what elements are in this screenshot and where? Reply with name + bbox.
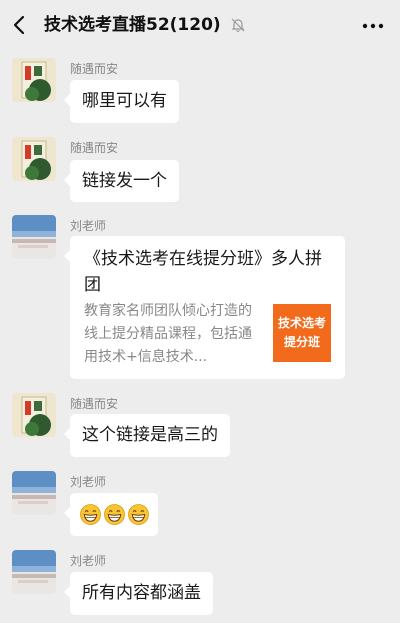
grinning-face-icon [80,503,101,525]
ellipsis-icon[interactable] [362,23,384,29]
message-bubble[interactable]: 这个链接是高三的 [64,414,230,457]
grinning-face-icon [104,503,125,525]
message-bubble[interactable] [64,493,158,536]
message-bubble[interactable]: 链接发一个 [64,160,179,202]
avatar-liu[interactable] [12,215,56,259]
sender-name: 刘老师 [70,554,107,568]
sender-name: 随遇而安 [70,62,119,76]
avatar-suiyu[interactable] [12,393,56,437]
link-card[interactable]: 《技术选考在线提分班》多人拼团 教育家名师团队倾心打造的线上提分精品课程，包括通… [64,236,345,379]
message-bubble[interactable]: 哪里可以有 [64,80,179,123]
card-thumbnail: 技术选考 提分班 [273,304,331,362]
bell-off-icon [231,18,245,32]
sender-name: 刘老师 [70,219,107,233]
avatar-suiyu[interactable] [12,58,56,102]
sender-name: 随遇而安 [70,397,119,411]
sender-name: 刘老师 [70,475,107,489]
card-title: 《技术选考在线提分班》多人拼团 [84,249,322,295]
sender-name: 随遇而安 [70,141,119,155]
avatar-suiyu[interactable] [12,137,56,181]
avatar-liu[interactable] [12,550,56,594]
message-bubble[interactable]: 所有内容都涵盖 [64,572,213,615]
chat-header: 技术选考直播52(120) [0,0,400,50]
thumbnail-line: 技术选考 [277,316,326,330]
avatar-liu[interactable] [12,471,56,515]
card-description: 教育家名师团队倾心打造的线上提分精品课程，包括通用技术+信息技术... [84,303,252,365]
chat-title: 技术选考直播52(120) [44,15,221,35]
thumbnail-line: 提分班 [283,335,320,349]
chevron-left-icon[interactable] [8,13,32,37]
grinning-face-icon [128,503,149,525]
